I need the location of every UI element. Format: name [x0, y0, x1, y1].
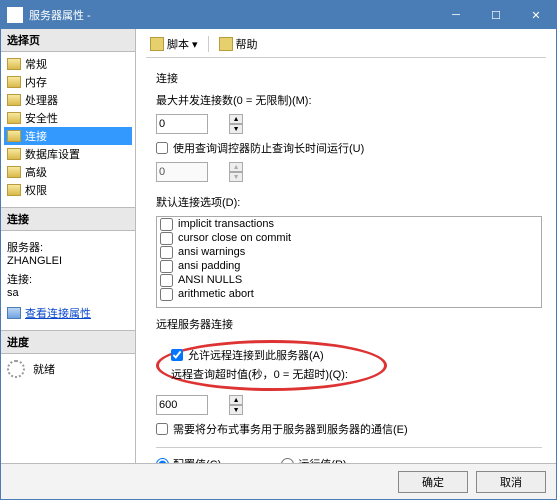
query-governor-row: 使用查询调控器防止查询长时间运行(U): [156, 140, 542, 156]
window-title: 服务器属性 -: [29, 7, 436, 23]
option-checkbox-1[interactable]: [160, 232, 173, 245]
page-icon: [7, 94, 21, 106]
default-options-label: 默认连接选项(D):: [156, 194, 542, 210]
sidebar-item-0[interactable]: 常规: [4, 55, 132, 73]
page-icon: [7, 148, 21, 160]
titlebar: 服务器属性 - ─ ☐ ✕: [1, 1, 556, 29]
chevron-down-icon: ▾: [192, 38, 198, 51]
page-icon: [7, 58, 21, 70]
page-icon: [7, 166, 21, 178]
running-radio[interactable]: [281, 458, 294, 464]
option-row[interactable]: ANSI NULLS: [157, 273, 541, 287]
option-checkbox-0[interactable]: [160, 218, 173, 231]
connections-group-title: 连接: [156, 70, 542, 86]
remote-group-title: 远程服务器连接: [156, 316, 542, 332]
sidebar-item-6[interactable]: 高级: [4, 163, 132, 181]
footer: 确定 取消: [1, 463, 556, 499]
sidebar-item-3[interactable]: 安全性: [4, 109, 132, 127]
sidebar-item-4[interactable]: 连接: [4, 127, 132, 145]
server-label: 服务器:: [7, 239, 129, 255]
sidebar-item-7[interactable]: 权限: [4, 181, 132, 199]
max-connections-input[interactable]: [156, 114, 208, 134]
query-governor-checkbox[interactable]: [156, 142, 168, 154]
highlight-ellipse: 允许远程连接到此服务器(A) 远程查询超时值(秒，0 = 无超时)(Q):: [156, 340, 387, 391]
page-icon: [7, 184, 21, 196]
toolbar: 脚本▾ 帮助: [146, 35, 546, 58]
dist-trans-checkbox[interactable]: [156, 423, 168, 435]
help-button[interactable]: 帮助: [215, 35, 262, 53]
timeout-up-button[interactable]: ▲: [229, 395, 243, 405]
allow-remote-checkbox[interactable]: [171, 349, 183, 361]
max-conn-down-button[interactable]: ▼: [229, 124, 243, 134]
governor-cost-input: [156, 162, 208, 182]
option-checkbox-4[interactable]: [160, 274, 173, 287]
script-button[interactable]: 脚本▾: [146, 35, 202, 53]
sidebar-item-1[interactable]: 内存: [4, 73, 132, 91]
governor-down-button: ▼: [229, 172, 243, 182]
app-icon: [7, 7, 23, 23]
query-governor-label: 使用查询调控器防止查询长时间运行(U): [173, 140, 364, 156]
option-row[interactable]: arithmetic abort: [157, 287, 541, 301]
dist-trans-label: 需要将分布式事务用于服务器到服务器的通信(E): [173, 421, 408, 437]
login-value: sa: [7, 287, 129, 299]
option-row[interactable]: ansi padding: [157, 259, 541, 273]
governor-up-button: ▲: [229, 162, 243, 172]
link-icon: [7, 307, 21, 319]
default-options-listbox[interactable]: implicit transactionscursor close on com…: [156, 216, 542, 308]
remote-timeout-input[interactable]: [156, 395, 208, 415]
option-checkbox-5[interactable]: [160, 288, 173, 301]
configured-radio[interactable]: [156, 458, 169, 464]
progress-status: 就绪: [33, 361, 55, 377]
running-radio-label[interactable]: 运行值(R): [281, 456, 346, 463]
page-icon: [7, 130, 21, 142]
cancel-button[interactable]: 取消: [476, 471, 546, 493]
remote-timeout-label: 远程查询超时值(秒，0 = 无超时)(Q):: [171, 366, 348, 382]
option-checkbox-3[interactable]: [160, 260, 173, 273]
option-row[interactable]: implicit transactions: [157, 217, 541, 231]
progress-header: 进度: [1, 331, 135, 354]
maximize-button[interactable]: ☐: [476, 1, 516, 29]
minimize-button[interactable]: ─: [436, 1, 476, 29]
script-icon: [150, 37, 164, 51]
allow-remote-label: 允许远程连接到此服务器(A): [188, 347, 324, 363]
main-panel: 脚本▾ 帮助 连接 最大并发连接数(0 = 无限制)(M): ▲▼ 使用查询调控…: [136, 29, 556, 463]
connection-header: 连接: [1, 208, 135, 231]
view-connection-link[interactable]: 查看连接属性: [7, 305, 91, 321]
sidebar-item-2[interactable]: 处理器: [4, 91, 132, 109]
help-icon: [219, 37, 233, 51]
login-label: 连接:: [7, 271, 129, 287]
ok-button[interactable]: 确定: [398, 471, 468, 493]
close-button[interactable]: ✕: [516, 1, 556, 29]
max-conn-up-button[interactable]: ▲: [229, 114, 243, 124]
option-checkbox-2[interactable]: [160, 246, 173, 259]
server-value: ZHANGLEI: [7, 255, 129, 267]
page-tree: 常规内存处理器安全性连接数据库设置高级权限: [1, 52, 135, 207]
page-icon: [7, 112, 21, 124]
sidebar-item-5[interactable]: 数据库设置: [4, 145, 132, 163]
select-page-header: 选择页: [1, 29, 135, 52]
option-row[interactable]: cursor close on commit: [157, 231, 541, 245]
toolbar-separator: [208, 36, 209, 52]
configured-radio-label[interactable]: 配置值(C): [156, 456, 221, 463]
max-connections-label: 最大并发连接数(0 = 无限制)(M):: [156, 92, 542, 108]
page-icon: [7, 76, 21, 88]
progress-spinner-icon: [7, 360, 25, 378]
sidebar: 选择页 常规内存处理器安全性连接数据库设置高级权限 连接 服务器: ZHANGL…: [1, 29, 136, 463]
timeout-down-button[interactable]: ▼: [229, 405, 243, 415]
option-row[interactable]: ansi warnings: [157, 245, 541, 259]
